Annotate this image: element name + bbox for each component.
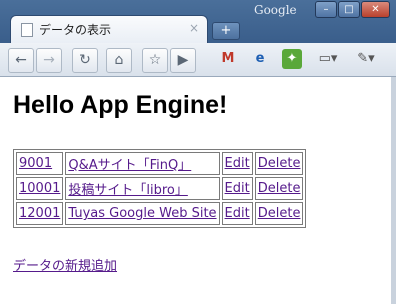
window-edge — [391, 77, 396, 304]
gmail-icon[interactable]: M — [218, 49, 238, 69]
forward-icon[interactable]: → — [36, 48, 62, 73]
reload-icon[interactable]: ↻ — [72, 48, 98, 73]
new-tab-button[interactable]: + — [212, 22, 240, 40]
evernote-icon[interactable]: ✦ — [282, 49, 302, 69]
row-id-link[interactable]: 9001 — [19, 156, 52, 171]
add-new-data-link[interactable]: データの新規追加 — [13, 255, 117, 274]
google-brand: Google — [254, 3, 297, 17]
bookmark-star-icon[interactable]: ☆ — [142, 48, 168, 73]
table-row: 10001 投稿サイト「libro」 Edit Delete — [16, 177, 304, 200]
row-title-link[interactable]: Tuyas Google Web Site — [68, 206, 216, 221]
row-id-link[interactable]: 10001 — [19, 181, 60, 196]
ie-icon[interactable]: e — [250, 49, 270, 69]
minimize-button[interactable]: – — [315, 1, 337, 18]
table-row: 12001 Tuyas Google Web Site Edit Delete — [16, 202, 304, 225]
maximize-button[interactable]: □ — [338, 1, 360, 18]
delete-link[interactable]: Delete — [258, 181, 301, 196]
row-title-link[interactable]: Q&Aサイト「FinQ」 — [68, 158, 191, 173]
edit-link[interactable]: Edit — [225, 206, 250, 221]
delete-link[interactable]: Delete — [258, 156, 301, 171]
edit-link[interactable]: Edit — [225, 181, 250, 196]
tab-close-icon[interactable]: × — [189, 21, 199, 35]
back-icon[interactable]: ← — [8, 48, 34, 73]
wrench-menu-icon[interactable]: ✎▾ — [356, 49, 376, 69]
window-controls: – □ ✕ — [315, 1, 390, 18]
page-title: Hello App Engine! — [13, 91, 228, 119]
close-window-button[interactable]: ✕ — [361, 1, 390, 18]
tab-title: データの表示 — [39, 23, 112, 37]
page-menu-icon[interactable]: ▭▾ — [318, 49, 338, 69]
tab-data-view[interactable]: データの表示 × — [10, 15, 208, 44]
page-icon — [21, 23, 33, 37]
row-title-link[interactable]: 投稿サイト「libro」 — [68, 183, 188, 198]
data-table: 9001 Q&Aサイト「FinQ」 Edit Delete 10001 投稿サイ… — [13, 149, 307, 228]
edit-link[interactable]: Edit — [225, 156, 250, 171]
table-row: 9001 Q&Aサイト「FinQ」 Edit Delete — [16, 152, 304, 175]
home-icon[interactable]: ⌂ — [106, 48, 132, 73]
row-id-link[interactable]: 12001 — [19, 206, 60, 221]
play-icon[interactable]: ▶ — [170, 48, 196, 73]
toolbar: ← → ↻ ⌂ ☆ ▶ M e ✦ ▭▾ ✎▾ — [0, 43, 396, 77]
page-content: Hello App Engine! 9001 Q&Aサイト「FinQ」 Edit… — [0, 77, 391, 304]
delete-link[interactable]: Delete — [258, 206, 301, 221]
